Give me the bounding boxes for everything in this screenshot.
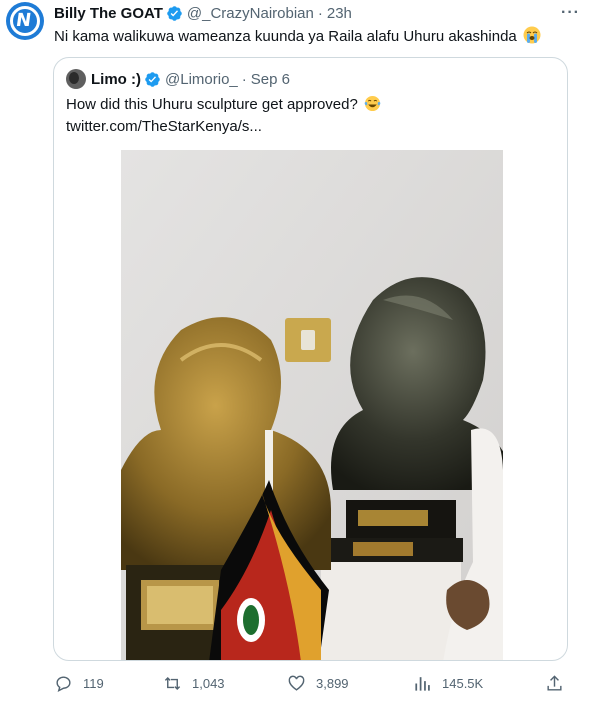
tweet[interactable]: N Billy The GOAT @_CrazyNairobian · 23h … [0,0,594,713]
reply-count: 119 [83,676,104,691]
quoted-author-handle[interactable]: @Limorio_ [165,71,238,88]
sculpture-photo-drawing [121,150,503,660]
tweet-body: Ni kama walikuwa wameanza kuunda ya Rail… [54,28,517,45]
like-count: 3,899 [316,676,349,691]
separator-dot: · [241,70,247,88]
quoted-body: How did this Uhuru sculpture get approve… [66,96,358,113]
author-handle[interactable]: @_CrazyNairobian [187,5,314,22]
quoted-avatar[interactable] [66,69,86,89]
sculpture-photo[interactable] [121,150,503,660]
like-button[interactable]: 3,899 [287,674,349,693]
author-name[interactable]: Billy The GOAT [54,5,163,22]
face-with-tears-of-joy-icon [364,95,381,112]
share-icon [547,675,562,691]
views-button[interactable]: 145.5K [413,674,483,693]
quoted-date[interactable]: Sep 6 [251,71,290,88]
avatar[interactable]: N [6,2,44,40]
separator-dot: · [317,4,323,22]
verified-badge-icon [167,5,182,21]
tweet-header: Billy The GOAT @_CrazyNairobian · 23h [54,3,352,23]
views-chart-icon [415,677,430,691]
share-button[interactable] [545,674,574,693]
views-count: 145.5K [442,676,484,691]
loudly-crying-face-icon [523,26,541,44]
quoted-link[interactable]: twitter.com/TheStarKenya/s... [66,118,262,135]
verified-badge-icon [145,71,160,87]
action-bar: 119 1,043 3,899 145.5K [0,670,594,700]
quoted-author-name[interactable]: Limo :) [91,71,141,88]
retweet-icon [164,676,181,691]
retweet-count: 1,043 [192,676,225,691]
reply-icon [56,676,71,692]
quoted-tweet[interactable]: Limo :) @Limorio_ · Sep 6 How did this U… [53,57,568,661]
tweet-time[interactable]: 23h [327,5,352,22]
quoted-text: How did this Uhuru sculpture get approve… [66,94,381,138]
quoted-header: Limo :) @Limorio_ · Sep 6 [66,69,290,89]
tweet-text: Ni kama walikuwa wameanza kuunda ya Rail… [54,26,541,47]
retweet-button[interactable]: 1,043 [163,674,225,693]
reply-button[interactable]: 119 [54,674,104,693]
heart-icon [288,675,305,691]
more-options-button[interactable]: ··· [561,4,580,22]
avatar-logo-letter: N [14,10,33,31]
